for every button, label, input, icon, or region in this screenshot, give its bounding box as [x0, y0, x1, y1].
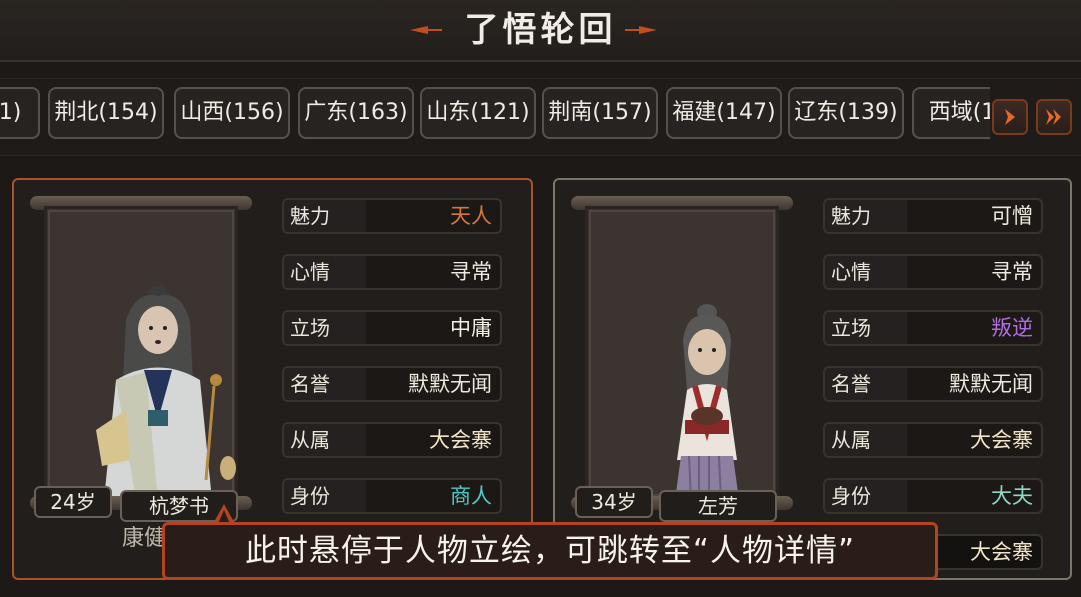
title-bar: 了悟轮回: [0, 0, 1081, 62]
attr-value: 大会寨: [429, 428, 492, 452]
character-figure-icon: [675, 304, 739, 500]
attr-key: 名誉: [290, 372, 330, 396]
name-badge: 左芳: [659, 490, 777, 522]
attr-key: 身份: [831, 484, 871, 508]
region-tab-strip: 131) 荆北(154) 山西(156) 广东(163) 山东(121) 荆南(…: [0, 78, 1081, 156]
attr-stance: 立场 叛逆: [823, 310, 1043, 346]
attr-key: 立场: [831, 316, 871, 340]
attr-value: 中庸: [450, 316, 492, 340]
age-badge: 34岁: [575, 486, 653, 518]
attr-key: 心情: [831, 260, 871, 284]
attr-value: 默默无闻: [408, 372, 492, 396]
character-portrait[interactable]: [30, 196, 252, 536]
attr-value: 寻常: [450, 260, 492, 284]
region-tab[interactable]: 131): [0, 87, 40, 139]
attr-value: 大会寨: [970, 428, 1033, 452]
attr-key: 身份: [290, 484, 330, 508]
region-tabs: 131) 荆北(154) 山西(156) 广东(163) 山东(121) 荆南(…: [0, 87, 990, 143]
region-tab[interactable]: 西域(1: [912, 87, 990, 139]
attr-affiliation: 从属 大会寨: [823, 422, 1043, 458]
attr-identity: 身份 大夫: [823, 478, 1043, 514]
attr-mood: 心情 寻常: [823, 254, 1043, 290]
attr-reputation: 名誉 默默无闻: [823, 366, 1043, 402]
chevron-right-icon: [1005, 109, 1015, 125]
region-tab[interactable]: 山东(121): [420, 87, 536, 139]
attr-affiliation: 从属 大会寨: [282, 422, 502, 458]
attr-key: 心情: [290, 260, 330, 284]
page-title: 了悟轮回: [464, 10, 617, 50]
region-tab[interactable]: 荆北(154): [48, 87, 164, 139]
attr-key: 名誉: [831, 372, 871, 396]
attr-key: 魅力: [290, 204, 330, 228]
attr-value: 叛逆: [991, 316, 1033, 340]
hover-tooltip: 此时悬停于人物立绘，可跳转至“人物详情”: [162, 522, 938, 580]
attr-charm: 魅力 天人: [282, 198, 502, 234]
attr-reputation: 名誉 默默无闻: [282, 366, 502, 402]
attr-value: 寻常: [991, 260, 1033, 284]
attr-identity: 身份 商人: [282, 478, 502, 514]
attr-key: 从属: [290, 428, 330, 452]
character-portrait[interactable]: [571, 196, 793, 536]
status-label: 康健: [122, 526, 167, 551]
double-chevron-right-icon: [1046, 109, 1061, 125]
attr-mood: 心情 寻常: [282, 254, 502, 290]
attr-value: 大夫: [991, 484, 1033, 508]
next-tab-button[interactable]: [992, 99, 1028, 135]
attr-value: 可憎: [991, 204, 1033, 228]
region-tab[interactable]: 荆南(157): [542, 87, 658, 139]
attr-value: 天人: [450, 204, 492, 228]
attr-key: 从属: [831, 428, 871, 452]
region-tab[interactable]: 山西(156): [174, 87, 290, 139]
title-ornament-right-icon: [617, 26, 657, 34]
attr-stance: 立场 中庸: [282, 310, 502, 346]
attr-key: 立场: [290, 316, 330, 340]
age-badge: 24岁: [34, 486, 112, 518]
region-tab[interactable]: 辽东(139): [788, 87, 904, 139]
attr-key: 魅力: [831, 204, 871, 228]
last-tab-button[interactable]: [1036, 99, 1072, 135]
character-card-right[interactable]: 34岁 左芳 康健 魅力可憎 心情寻常 立场叛逆 名誉默默无闻 从属大会寨 身份…: [553, 178, 1072, 580]
region-tab[interactable]: 福建(147): [666, 87, 782, 139]
attr-value: 商人: [450, 484, 492, 508]
attr-value: 大会寨: [970, 540, 1033, 564]
attr-value: 默默无闻: [949, 372, 1033, 396]
character-card-left[interactable]: 24岁 杭梦书 康健 魅力 天人 心情 寻常 立场 中庸 名誉 默默无闻 从属 大会寨 身…: [12, 178, 533, 580]
character-figure-icon: [96, 286, 236, 500]
attr-charm: 魅力 可憎: [823, 198, 1043, 234]
region-tab[interactable]: 广东(163): [298, 87, 414, 139]
